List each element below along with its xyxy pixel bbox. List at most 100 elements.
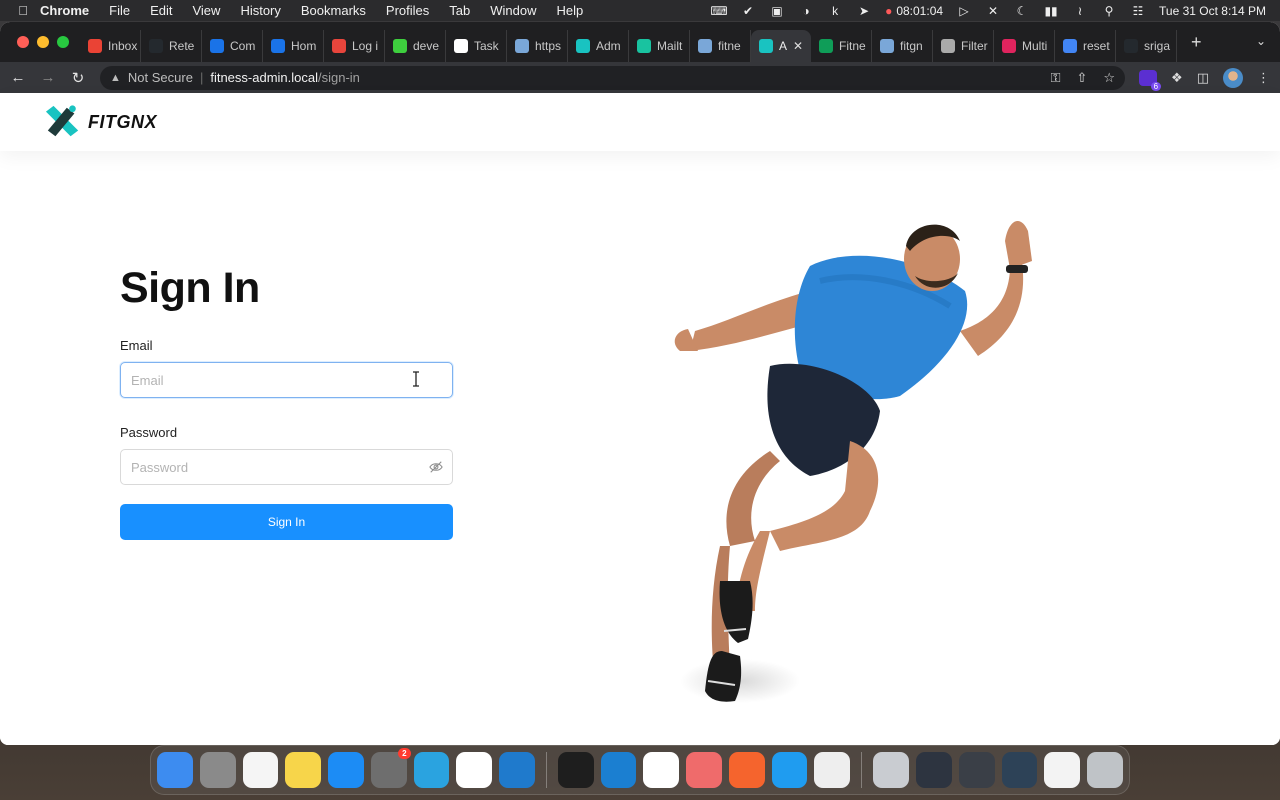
chrome-icon[interactable]	[456, 752, 493, 788]
c-icon	[210, 39, 224, 53]
notes-icon[interactable]	[285, 752, 322, 788]
slash-icon[interactable]: ✕	[985, 4, 1001, 18]
send-icon[interactable]: ➤	[856, 4, 872, 18]
kebab-menu-icon[interactable]: ⋮	[1257, 70, 1270, 86]
menu-file[interactable]: File	[109, 3, 130, 18]
pastebot-icon[interactable]	[686, 752, 722, 788]
menu-help[interactable]: Help	[557, 3, 584, 18]
launchpad-icon[interactable]	[199, 752, 236, 788]
apple-menu-icon[interactable]: 	[16, 3, 30, 18]
wifi-icon[interactable]: ≀	[1072, 4, 1088, 18]
forward-arrow-icon[interactable]: →	[40, 69, 56, 86]
menu-history[interactable]: History	[240, 3, 280, 18]
vscode-icon[interactable]	[499, 752, 535, 788]
url-host[interactable]: fitness-admin.local	[210, 70, 318, 85]
tab-label: Hom	[291, 39, 317, 53]
puzzle-extensions-icon[interactable]: ❖	[1171, 70, 1183, 86]
address-bar[interactable]: ▲ Not Secure | fitness-admin.local/sign-…	[100, 65, 1126, 90]
bookmark-star-icon[interactable]: ☆	[1103, 70, 1115, 86]
check-circle-icon[interactable]: ✔	[740, 4, 756, 18]
password-key-icon[interactable]: ⚿	[1051, 70, 1061, 86]
minimize-window-button[interactable]	[37, 36, 49, 48]
finder-icon[interactable]	[157, 752, 193, 788]
zoom-window-button[interactable]	[57, 36, 69, 48]
mongodb-icon[interactable]	[643, 752, 680, 788]
menu-view[interactable]: View	[192, 3, 220, 18]
email-field[interactable]	[120, 362, 453, 398]
reload-icon[interactable]: ↻	[70, 69, 86, 87]
menu-app-name[interactable]: Chrome	[40, 3, 89, 18]
tab[interactable]: https	[507, 30, 568, 62]
pie-icon[interactable]: ◑	[798, 4, 814, 18]
share-icon[interactable]: ⇧	[1076, 70, 1087, 86]
tab[interactable]: Multi	[994, 30, 1055, 62]
tab[interactable]: Task	[446, 30, 507, 62]
tab[interactable]: Log i	[324, 30, 385, 62]
window-thumb-2-icon[interactable]	[958, 752, 995, 788]
tab[interactable]: Filter	[933, 30, 994, 62]
tab-active[interactable]: A ✕	[751, 30, 811, 62]
keyboard-input-icon[interactable]: ⌨	[710, 4, 727, 18]
skype-icon[interactable]	[771, 752, 808, 788]
brand-logo[interactable]: FITGNX	[44, 104, 157, 140]
play-icon[interactable]: ▷	[956, 4, 972, 18]
telegram-icon[interactable]	[413, 752, 450, 788]
warning-triangle-icon[interactable]: ▲	[110, 72, 121, 84]
window-thumb-3-icon[interactable]	[1001, 752, 1038, 788]
window-thumb-1-icon[interactable]	[916, 752, 952, 788]
menu-profiles[interactable]: Profiles	[386, 3, 429, 18]
password-label: Password	[120, 425, 178, 440]
fitgnx-icon	[759, 39, 773, 53]
menu-tab[interactable]: Tab	[449, 3, 470, 18]
tab[interactable]: Fitne	[811, 30, 872, 62]
security-label[interactable]: Not Secure	[128, 70, 193, 85]
control-center-icon[interactable]: ☷	[1130, 4, 1146, 18]
tab[interactable]: Com	[202, 30, 263, 62]
tab[interactable]: fitgn	[872, 30, 933, 62]
system-settings-icon[interactable]: 2	[370, 748, 411, 788]
sketch-tool-icon[interactable]	[728, 752, 765, 788]
eye-hidden-icon[interactable]	[429, 460, 443, 474]
time-tracker[interactable]: ● 08:01:04	[885, 4, 943, 18]
side-panel-icon[interactable]: ◫	[1197, 70, 1209, 86]
downloads-icon[interactable]	[873, 752, 910, 788]
menubar-clock[interactable]: Tue 31 Oct 8:14 PM	[1159, 4, 1266, 18]
battery-icon[interactable]: ▮▮	[1043, 4, 1059, 18]
menu-window[interactable]: Window	[490, 3, 536, 18]
trash-icon[interactable]	[1087, 752, 1123, 788]
profile-avatar[interactable]	[1223, 67, 1243, 88]
menu-bookmarks[interactable]: Bookmarks	[301, 3, 366, 18]
k-icon[interactable]: k	[827, 4, 843, 18]
tab-label: Filter	[961, 39, 988, 53]
reminders-icon[interactable]	[242, 752, 279, 788]
close-tab-icon[interactable]: ✕	[793, 39, 803, 53]
tab[interactable]: Hom	[263, 30, 324, 62]
tab[interactable]: Rete	[141, 30, 202, 62]
textedit-icon[interactable]	[814, 752, 851, 788]
tab[interactable]: Adm	[568, 30, 629, 62]
display-icon[interactable]: ▣	[769, 4, 785, 18]
tab-search-chevron-icon[interactable]: ⌄	[1256, 34, 1266, 48]
app-store-icon[interactable]	[328, 752, 364, 788]
tab[interactable]: sriga	[1116, 30, 1177, 62]
tab[interactable]: Mailt	[629, 30, 690, 62]
terminal-icon[interactable]	[557, 752, 594, 788]
url-path[interactable]: /sign-in	[318, 70, 360, 85]
moon-icon[interactable]: ☾	[1014, 4, 1030, 18]
password-field[interactable]	[120, 449, 453, 485]
gmail-icon	[88, 39, 102, 53]
tab[interactable]: fitne	[690, 30, 751, 62]
remote-desktop-icon[interactable]	[600, 752, 637, 788]
tab[interactable]: Inbox	[80, 30, 141, 62]
back-arrow-icon[interactable]: ←	[10, 69, 26, 86]
new-tab-icon[interactable]: +	[1191, 32, 1202, 53]
extension-badge-icon[interactable]: 6	[1139, 69, 1162, 91]
tab-label: Task	[474, 39, 499, 53]
tab[interactable]: reset	[1055, 30, 1116, 62]
close-window-button[interactable]	[17, 36, 29, 48]
window-thumb-4-icon[interactable]	[1044, 752, 1081, 788]
menu-edit[interactable]: Edit	[150, 3, 172, 18]
sign-in-button[interactable]: Sign In	[120, 504, 453, 540]
spotlight-search-icon[interactable]: ⚲	[1101, 4, 1117, 18]
tab[interactable]: deve	[385, 30, 446, 62]
